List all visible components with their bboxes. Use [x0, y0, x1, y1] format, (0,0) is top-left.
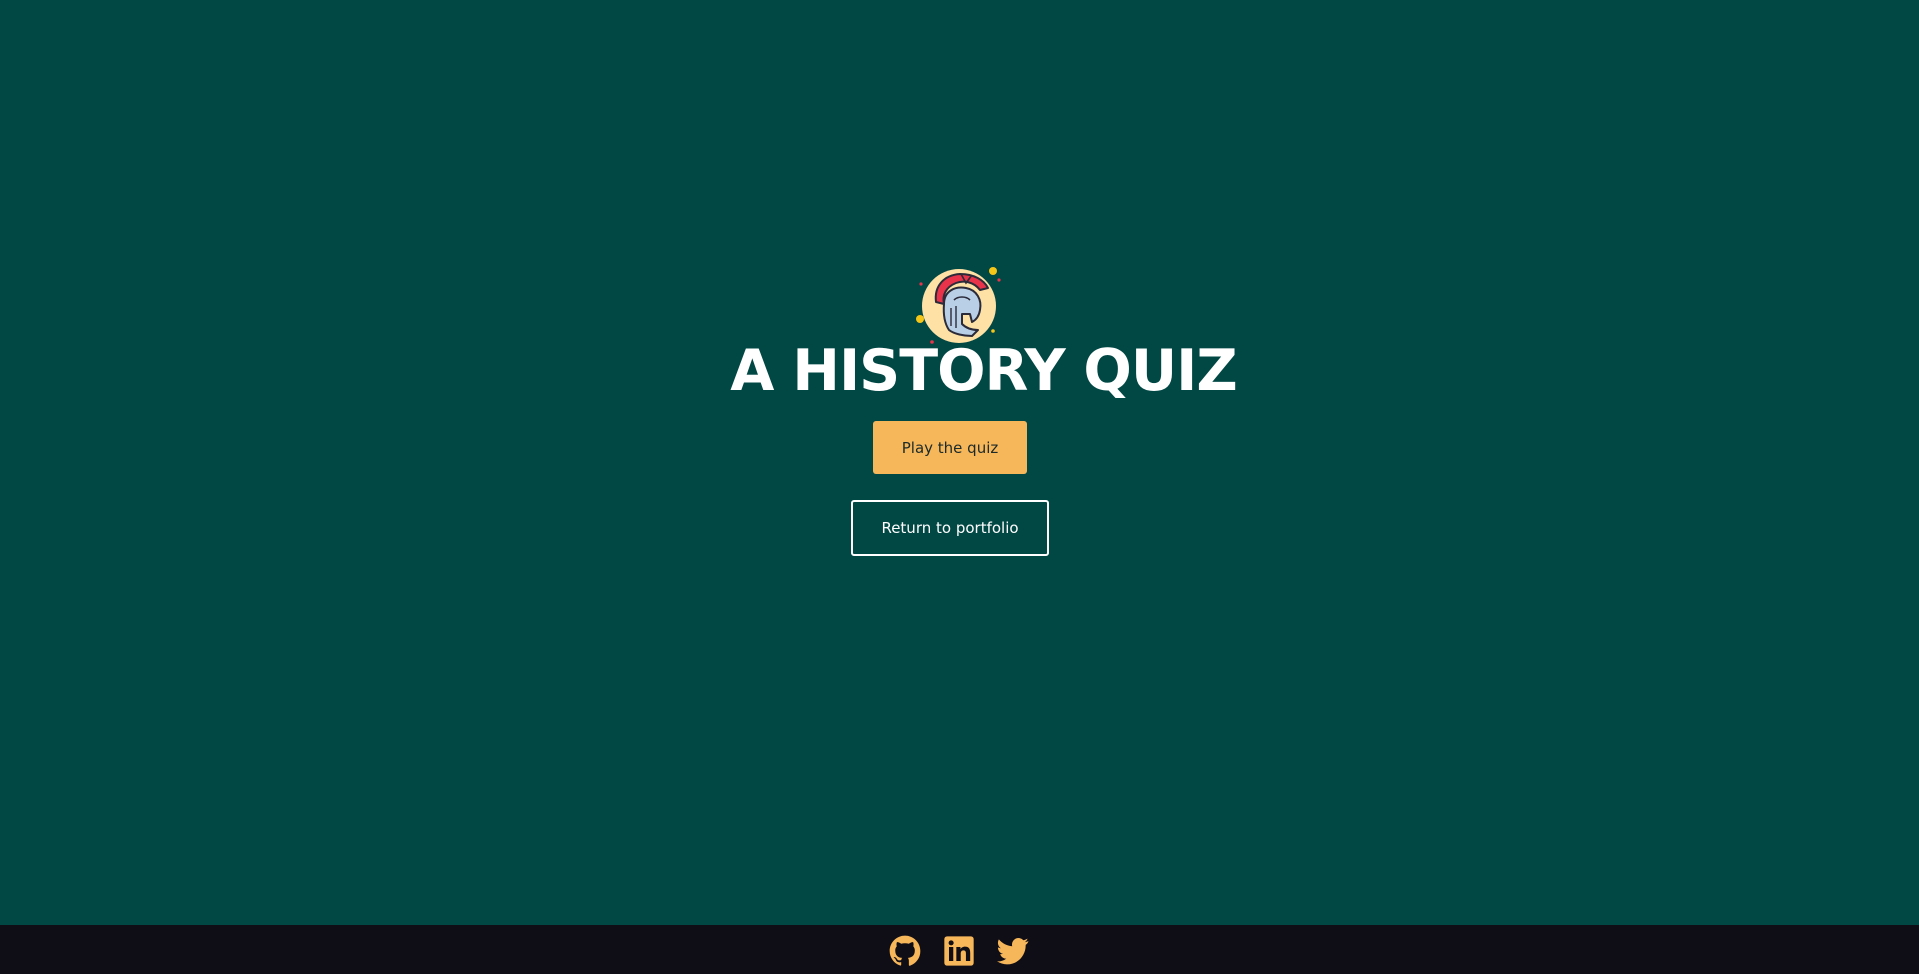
twitter-icon[interactable] — [996, 935, 1030, 967]
github-icon[interactable] — [888, 935, 922, 967]
linkedin-icon[interactable] — [942, 935, 976, 967]
start-screen: A HISTORY QUIZ Play the quiz Return to p… — [0, 0, 1919, 925]
play-quiz-button[interactable]: Play the quiz — [873, 421, 1027, 474]
page-title: A HISTORY QUIZ — [730, 338, 1237, 404]
return-to-portfolio-button[interactable]: Return to portfolio — [851, 500, 1049, 556]
